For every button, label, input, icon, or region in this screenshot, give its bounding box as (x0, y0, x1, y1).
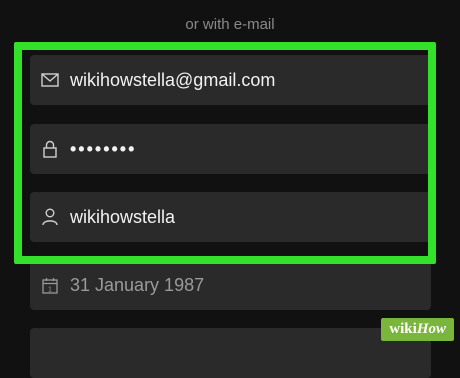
logo-wiki-text: wiki (389, 321, 417, 337)
birthdate-field[interactable]: 1 31 January 1987 (30, 260, 431, 310)
svg-text:1: 1 (48, 286, 52, 293)
wikihow-logo: wikiHow (381, 318, 454, 341)
calendar-icon: 1 (40, 275, 60, 295)
separator-text: or with e-mail (185, 16, 275, 33)
next-field[interactable] (30, 328, 431, 378)
logo-how-text: How (416, 321, 446, 337)
birthdate-value: 31 January 1987 (70, 274, 205, 295)
highlight-frame (14, 42, 436, 264)
